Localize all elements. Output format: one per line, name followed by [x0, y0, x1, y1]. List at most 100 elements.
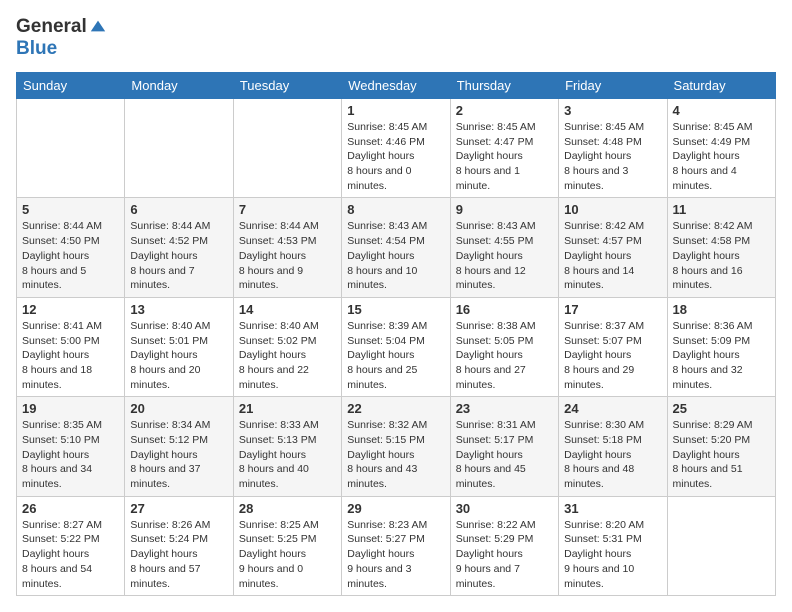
header: General Blue [16, 16, 776, 60]
day-info: Sunrise: 8:37 AM Sunset: 5:07 PM Dayligh… [564, 319, 661, 392]
calendar-cell [17, 99, 125, 198]
calendar-cell: 10 Sunrise: 8:42 AM Sunset: 4:57 PM Dayl… [559, 198, 667, 297]
calendar-week-5: 26 Sunrise: 8:27 AM Sunset: 5:22 PM Dayl… [17, 496, 776, 595]
day-number: 13 [130, 302, 227, 317]
day-info: Sunrise: 8:42 AM Sunset: 4:57 PM Dayligh… [564, 219, 661, 292]
day-number: 1 [347, 103, 444, 118]
logo-general-text: General [16, 16, 87, 38]
calendar-cell: 21 Sunrise: 8:33 AM Sunset: 5:13 PM Dayl… [233, 397, 341, 496]
calendar-cell: 1 Sunrise: 8:45 AM Sunset: 4:46 PM Dayli… [342, 99, 450, 198]
day-info: Sunrise: 8:39 AM Sunset: 5:04 PM Dayligh… [347, 319, 444, 392]
calendar-cell [667, 496, 775, 595]
calendar-cell: 17 Sunrise: 8:37 AM Sunset: 5:07 PM Dayl… [559, 297, 667, 396]
weekday-header-thursday: Thursday [450, 73, 558, 99]
weekday-header-friday: Friday [559, 73, 667, 99]
calendar-cell: 8 Sunrise: 8:43 AM Sunset: 4:54 PM Dayli… [342, 198, 450, 297]
calendar-cell: 19 Sunrise: 8:35 AM Sunset: 5:10 PM Dayl… [17, 397, 125, 496]
page: General Blue SundayMondayTuesdayWednesda… [0, 0, 792, 612]
calendar-cell: 31 Sunrise: 8:20 AM Sunset: 5:31 PM Dayl… [559, 496, 667, 595]
day-info: Sunrise: 8:43 AM Sunset: 4:54 PM Dayligh… [347, 219, 444, 292]
day-info: Sunrise: 8:43 AM Sunset: 4:55 PM Dayligh… [456, 219, 553, 292]
day-info: Sunrise: 8:38 AM Sunset: 5:05 PM Dayligh… [456, 319, 553, 392]
day-info: Sunrise: 8:45 AM Sunset: 4:48 PM Dayligh… [564, 120, 661, 193]
day-number: 6 [130, 202, 227, 217]
day-number: 7 [239, 202, 336, 217]
day-number: 11 [673, 202, 770, 217]
day-number: 9 [456, 202, 553, 217]
calendar-cell: 29 Sunrise: 8:23 AM Sunset: 5:27 PM Dayl… [342, 496, 450, 595]
logo: General Blue [16, 16, 107, 60]
calendar-cell: 12 Sunrise: 8:41 AM Sunset: 5:00 PM Dayl… [17, 297, 125, 396]
day-info: Sunrise: 8:31 AM Sunset: 5:17 PM Dayligh… [456, 418, 553, 491]
calendar-cell: 20 Sunrise: 8:34 AM Sunset: 5:12 PM Dayl… [125, 397, 233, 496]
calendar-cell: 7 Sunrise: 8:44 AM Sunset: 4:53 PM Dayli… [233, 198, 341, 297]
day-info: Sunrise: 8:40 AM Sunset: 5:02 PM Dayligh… [239, 319, 336, 392]
calendar-cell: 2 Sunrise: 8:45 AM Sunset: 4:47 PM Dayli… [450, 99, 558, 198]
calendar-cell: 30 Sunrise: 8:22 AM Sunset: 5:29 PM Dayl… [450, 496, 558, 595]
day-info: Sunrise: 8:40 AM Sunset: 5:01 PM Dayligh… [130, 319, 227, 392]
day-info: Sunrise: 8:45 AM Sunset: 4:46 PM Dayligh… [347, 120, 444, 193]
calendar-week-4: 19 Sunrise: 8:35 AM Sunset: 5:10 PM Dayl… [17, 397, 776, 496]
day-number: 24 [564, 401, 661, 416]
day-info: Sunrise: 8:45 AM Sunset: 4:49 PM Dayligh… [673, 120, 770, 193]
day-number: 14 [239, 302, 336, 317]
calendar-cell: 16 Sunrise: 8:38 AM Sunset: 5:05 PM Dayl… [450, 297, 558, 396]
calendar-week-3: 12 Sunrise: 8:41 AM Sunset: 5:00 PM Dayl… [17, 297, 776, 396]
day-info: Sunrise: 8:33 AM Sunset: 5:13 PM Dayligh… [239, 418, 336, 491]
weekday-header-wednesday: Wednesday [342, 73, 450, 99]
calendar-table: SundayMondayTuesdayWednesdayThursdayFrid… [16, 72, 776, 596]
calendar-week-2: 5 Sunrise: 8:44 AM Sunset: 4:50 PM Dayli… [17, 198, 776, 297]
day-number: 29 [347, 501, 444, 516]
day-number: 22 [347, 401, 444, 416]
day-info: Sunrise: 8:44 AM Sunset: 4:52 PM Dayligh… [130, 219, 227, 292]
calendar-cell [233, 99, 341, 198]
calendar-cell [125, 99, 233, 198]
day-number: 21 [239, 401, 336, 416]
day-info: Sunrise: 8:32 AM Sunset: 5:15 PM Dayligh… [347, 418, 444, 491]
day-info: Sunrise: 8:30 AM Sunset: 5:18 PM Dayligh… [564, 418, 661, 491]
calendar-cell: 22 Sunrise: 8:32 AM Sunset: 5:15 PM Dayl… [342, 397, 450, 496]
weekday-header-tuesday: Tuesday [233, 73, 341, 99]
day-number: 20 [130, 401, 227, 416]
logo-icon [89, 17, 107, 35]
day-number: 2 [456, 103, 553, 118]
day-number: 5 [22, 202, 119, 217]
calendar-cell: 25 Sunrise: 8:29 AM Sunset: 5:20 PM Dayl… [667, 397, 775, 496]
calendar-cell: 28 Sunrise: 8:25 AM Sunset: 5:25 PM Dayl… [233, 496, 341, 595]
logo-blue-text: Blue [16, 38, 57, 59]
weekday-header-sunday: Sunday [17, 73, 125, 99]
calendar-cell: 11 Sunrise: 8:42 AM Sunset: 4:58 PM Dayl… [667, 198, 775, 297]
calendar-cell: 23 Sunrise: 8:31 AM Sunset: 5:17 PM Dayl… [450, 397, 558, 496]
calendar-cell: 6 Sunrise: 8:44 AM Sunset: 4:52 PM Dayli… [125, 198, 233, 297]
day-info: Sunrise: 8:34 AM Sunset: 5:12 PM Dayligh… [130, 418, 227, 491]
calendar-cell: 27 Sunrise: 8:26 AM Sunset: 5:24 PM Dayl… [125, 496, 233, 595]
calendar-cell: 3 Sunrise: 8:45 AM Sunset: 4:48 PM Dayli… [559, 99, 667, 198]
day-info: Sunrise: 8:27 AM Sunset: 5:22 PM Dayligh… [22, 518, 119, 591]
calendar-cell: 4 Sunrise: 8:45 AM Sunset: 4:49 PM Dayli… [667, 99, 775, 198]
day-info: Sunrise: 8:20 AM Sunset: 5:31 PM Dayligh… [564, 518, 661, 591]
day-number: 26 [22, 501, 119, 516]
day-info: Sunrise: 8:23 AM Sunset: 5:27 PM Dayligh… [347, 518, 444, 591]
day-info: Sunrise: 8:44 AM Sunset: 4:50 PM Dayligh… [22, 219, 119, 292]
day-info: Sunrise: 8:26 AM Sunset: 5:24 PM Dayligh… [130, 518, 227, 591]
day-number: 17 [564, 302, 661, 317]
day-info: Sunrise: 8:44 AM Sunset: 4:53 PM Dayligh… [239, 219, 336, 292]
calendar-cell: 5 Sunrise: 8:44 AM Sunset: 4:50 PM Dayli… [17, 198, 125, 297]
calendar-cell: 18 Sunrise: 8:36 AM Sunset: 5:09 PM Dayl… [667, 297, 775, 396]
weekday-header-saturday: Saturday [667, 73, 775, 99]
day-number: 19 [22, 401, 119, 416]
day-number: 23 [456, 401, 553, 416]
day-info: Sunrise: 8:22 AM Sunset: 5:29 PM Dayligh… [456, 518, 553, 591]
calendar-cell: 13 Sunrise: 8:40 AM Sunset: 5:01 PM Dayl… [125, 297, 233, 396]
day-number: 3 [564, 103, 661, 118]
day-number: 28 [239, 501, 336, 516]
weekday-header-monday: Monday [125, 73, 233, 99]
day-number: 10 [564, 202, 661, 217]
day-number: 16 [456, 302, 553, 317]
day-number: 4 [673, 103, 770, 118]
day-info: Sunrise: 8:45 AM Sunset: 4:47 PM Dayligh… [456, 120, 553, 193]
day-number: 31 [564, 501, 661, 516]
day-number: 25 [673, 401, 770, 416]
day-number: 8 [347, 202, 444, 217]
calendar-cell: 24 Sunrise: 8:30 AM Sunset: 5:18 PM Dayl… [559, 397, 667, 496]
